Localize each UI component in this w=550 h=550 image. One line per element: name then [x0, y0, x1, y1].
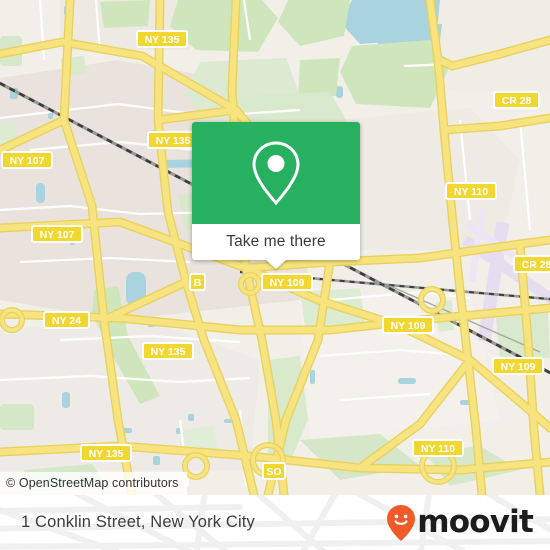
route-shield-label: CR 28 — [522, 259, 550, 271]
route-shield: NY 135 — [80, 444, 132, 462]
route-shield: NY 110 — [445, 182, 497, 200]
route-shield-label: CR 28 — [502, 95, 532, 107]
route-shield: B — [189, 273, 206, 291]
route-shield: CR 28 — [513, 255, 550, 273]
popup-pointer-tail — [265, 259, 287, 269]
route-shield-label: NY 110 — [454, 186, 488, 198]
route-shield-label: NY 107 — [10, 155, 45, 167]
route-shield: NY 135 — [147, 131, 199, 149]
route-shield-label: NY 135 — [89, 448, 124, 460]
moovit-logo[interactable]: moovit — [386, 495, 534, 550]
address-label: 1 Conklin Street, New York City — [21, 513, 255, 531]
route-shield: NY 135 — [136, 30, 188, 48]
route-shield: CR 28 — [493, 91, 540, 109]
route-shield-label: NY 135 — [145, 34, 180, 46]
popup-image-area — [192, 122, 360, 224]
route-shield-label: NY 109 — [270, 277, 305, 289]
route-shield: NY 109 — [261, 273, 313, 291]
moovit-pin-icon — [387, 504, 416, 541]
route-shield-label: NY 135 — [151, 346, 186, 358]
route-shield: NY 109 — [382, 316, 434, 334]
route-shield: NY 135 — [142, 342, 194, 360]
route-shield: NY 109 — [492, 357, 544, 375]
popup-action-bar[interactable]: Take me there — [192, 224, 360, 269]
route-shield: NY 107 — [1, 151, 53, 169]
location-popup-card[interactable]: Take me there — [192, 122, 360, 269]
route-shield-label: B — [194, 277, 202, 289]
route-shield-label: NY 109 — [391, 320, 426, 332]
route-shield-label: NY 107 — [40, 229, 75, 241]
route-shield: NY 110 — [412, 439, 464, 457]
route-shield: NY 107 — [31, 225, 83, 243]
route-shield-label: NY 110 — [421, 443, 455, 455]
route-shield: NY 24 — [43, 311, 90, 329]
route-shield: SO — [262, 462, 286, 480]
footer-bar: 1 Conklin Street, New York City moovit — [0, 495, 550, 550]
moovit-wordmark: moovit — [417, 504, 534, 540]
route-shield-label: SO — [266, 466, 281, 478]
map-attribution: © OpenStreetMap contributors — [0, 472, 187, 495]
moovit-location-screenshot: NY 135 CR 28 NY 135 NY 107 NY 110 NY 107 CR 28… — [0, 0, 550, 550]
route-shield-label: NY 109 — [501, 361, 536, 373]
map-pin-icon — [252, 141, 300, 206]
take-me-there-button[interactable]: Take me there — [226, 233, 326, 251]
route-shield-label: NY 135 — [156, 135, 191, 147]
route-shield-label: NY 24 — [52, 315, 81, 327]
